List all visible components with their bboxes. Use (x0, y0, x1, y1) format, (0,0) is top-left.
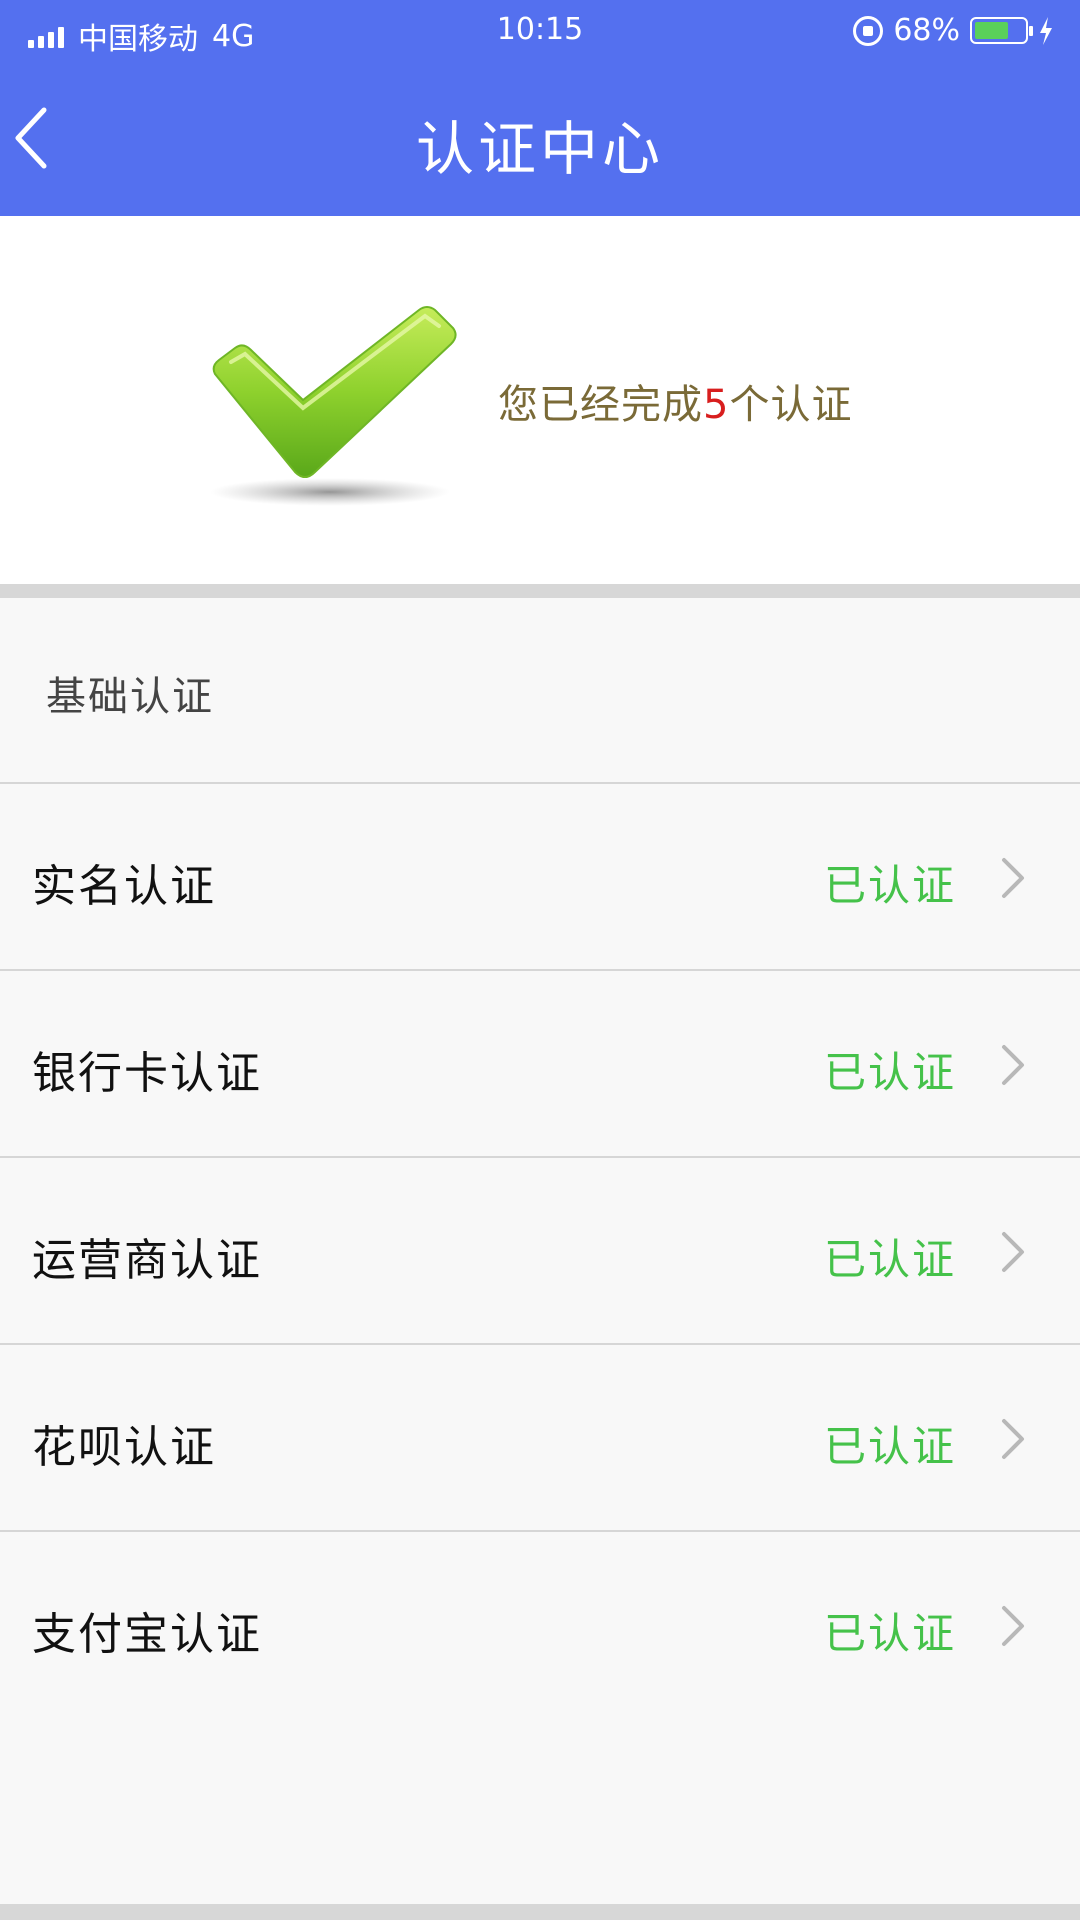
item-label: 银行卡认证 (32, 1048, 262, 1099)
chevron-right-icon (1002, 1045, 1024, 1085)
list-item[interactable]: 银行卡认证 已认证 (0, 969, 1080, 1156)
item-status: 已认证 (823, 1048, 956, 1097)
summary-prefix: 您已经完成 (498, 382, 703, 428)
app-root: 中国移动 4G 10:15 68% 认证中心 您已经完成5个认证 基础认证 实名… (0, 0, 1080, 1920)
item-status: 已认证 (823, 1422, 956, 1471)
item-label: 实名认证 (32, 861, 216, 912)
bottom-divider (0, 1904, 1080, 1920)
list-item[interactable]: 实名认证 已认证 (0, 782, 1080, 969)
list-item[interactable]: 支付宝认证 已认证 (0, 1530, 1080, 1717)
chevron-right-icon (1002, 858, 1024, 898)
battery-icon (970, 17, 1033, 44)
item-label: 支付宝认证 (32, 1609, 262, 1660)
charging-icon (1040, 16, 1052, 45)
verification-list: 实名认证 已认证 银行卡认证 已认证 运营商认证 已认证 花呗认证 已认证 支付… (0, 782, 1080, 1717)
chevron-right-icon (1002, 1606, 1024, 1646)
rotation-lock-icon (853, 15, 884, 46)
page-title: 认证中心 (415, 115, 664, 183)
summary-count: 5 (703, 382, 730, 428)
nav-bar: 认证中心 (0, 62, 1080, 216)
battery-percent: 68% (893, 13, 960, 48)
summary-text: 您已经完成5个认证 (498, 372, 852, 430)
section-divider (0, 584, 1080, 598)
chevron-right-icon (1002, 1419, 1024, 1459)
section-title: 基础认证 (46, 674, 214, 720)
checkmark-icon (210, 306, 457, 506)
item-status: 已认证 (823, 861, 956, 910)
chevron-right-icon (1002, 1232, 1024, 1272)
item-label: 花呗认证 (32, 1422, 216, 1473)
item-label: 运营商认证 (32, 1235, 262, 1286)
list-item[interactable]: 运营商认证 已认证 (0, 1156, 1080, 1343)
status-bar: 中国移动 4G 10:15 68% (0, 0, 1080, 62)
status-right: 68% (853, 13, 1054, 48)
item-status: 已认证 (823, 1609, 956, 1658)
summary-suffix: 个认证 (729, 382, 853, 428)
summary-panel: 您已经完成5个认证 (0, 216, 1080, 584)
item-status: 已认证 (823, 1235, 956, 1284)
list-item[interactable]: 花呗认证 已认证 (0, 1343, 1080, 1530)
top-bar: 中国移动 4G 10:15 68% 认证中心 (0, 0, 1080, 216)
